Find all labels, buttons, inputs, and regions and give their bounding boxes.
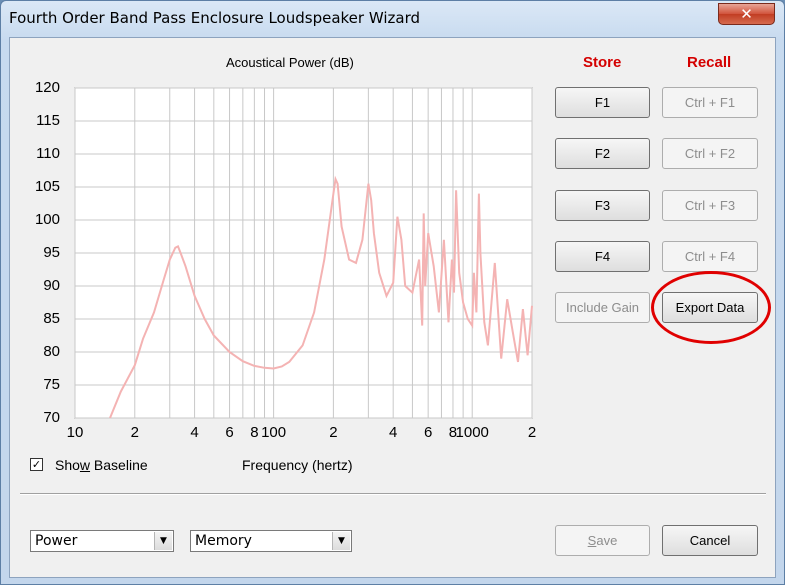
y-tick-label: 115 [36,112,60,129]
x-tick-label: 4 [389,424,398,441]
check-icon: ✓ [31,458,42,471]
save-button[interactable]: Save [555,525,650,556]
y-tick-label: 85 [43,310,60,327]
close-button[interactable]: ✕ [718,3,775,25]
y-tick-label: 100 [34,211,60,228]
store-header: Store [583,54,622,71]
x-tick-label: 100 [261,424,287,441]
y-tick-label: 120 [34,79,60,96]
y-tick-label: 70 [43,409,60,426]
store-f2-button[interactable]: F2 [555,138,650,169]
mode-combobox[interactable]: Power ▼ [30,530,174,552]
title-bar[interactable]: Fourth Order Band Pass Enclosure Loudspe… [1,1,784,37]
show-baseline-label[interactable]: Show Baseline [55,457,148,473]
close-icon: ✕ [740,5,753,23]
client-area: Acoustical Power (dB) 120 115 110 105 100 95 9… [9,37,776,578]
annotation-circle [651,271,771,344]
include-gain-button[interactable]: Include Gain [555,292,650,323]
recall-f1-button[interactable]: Ctrl + F1 [662,87,758,118]
x-tick-label: 2 [130,424,139,441]
y-tick-label: 110 [36,145,60,162]
store-f4-button[interactable]: F4 [555,241,650,272]
store-f1-button[interactable]: F1 [555,87,650,118]
x-tick-label: 10 [66,424,84,441]
recall-header: Recall [687,54,732,71]
x-tick-label: 8 [250,424,259,441]
x-tick-label: 2 [527,424,537,441]
recall-f2-button[interactable]: Ctrl + F2 [662,138,758,169]
mode-combobox-value: Power [35,533,78,549]
cancel-button[interactable]: Cancel [662,525,758,556]
source-combobox[interactable]: Memory ▼ [190,530,352,552]
chevron-down-icon[interactable]: ▼ [154,532,172,550]
recall-f3-button[interactable]: Ctrl + F3 [662,190,758,221]
y-tick-label: 80 [43,343,60,360]
x-axis-label: Frequency (hertz) [242,457,353,473]
y-tick-label: 95 [43,244,60,261]
x-tick-label: 2 [329,424,338,441]
x-tick-label: 4 [190,424,199,441]
x-tick-label: 6 [423,424,433,441]
dialog-window: Fourth Order Band Pass Enclosure Loudspe… [0,0,785,585]
source-combobox-value: Memory [195,533,252,549]
show-baseline-checkbox[interactable]: ✓ [30,458,43,471]
store-f3-button[interactable]: F3 [555,190,650,221]
chevron-down-icon[interactable]: ▼ [332,532,350,550]
footer-divider [20,493,766,495]
y-tick-label: 90 [43,277,60,294]
y-tick-label: 75 [43,376,60,393]
recall-f4-button[interactable]: Ctrl + F4 [662,241,758,272]
x-tick-label: 6 [225,424,234,441]
y-tick-label: 105 [34,178,60,195]
x-tick-label: 1000 [455,424,489,441]
window-title: Fourth Order Band Pass Enclosure Loudspe… [9,9,420,27]
